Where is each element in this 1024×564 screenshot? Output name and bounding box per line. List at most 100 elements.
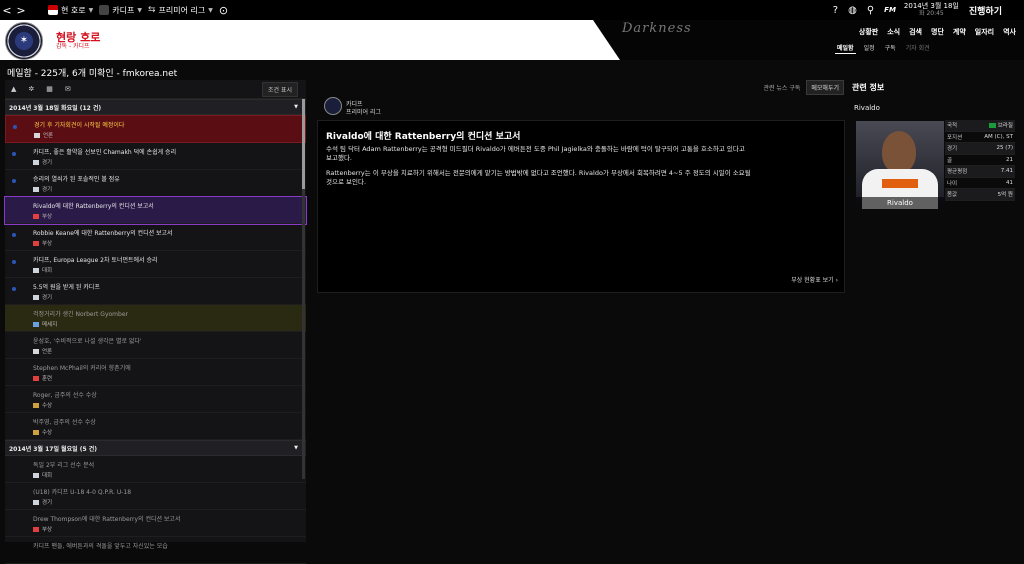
- nav-contracts[interactable]: 계약: [953, 27, 966, 37]
- inbox-message-row[interactable]: (U18) 카디프 U-18 4-0 Q.P.R. U-18 경기: [5, 483, 306, 510]
- brazil-flag-icon: [988, 123, 996, 129]
- message-category: 경기: [33, 158, 52, 166]
- date-group-header[interactable]: 2014년 3월 17일 월요일 (5 건) ▼: [5, 440, 306, 456]
- nav-overview[interactable]: 상황판: [859, 27, 878, 37]
- stat-row: 국적 브라질: [945, 120, 1015, 132]
- inbox-message-row[interactable]: Roger, 금주의 선수 수상 수상: [5, 386, 306, 413]
- star-icon: ✶: [19, 35, 29, 46]
- arrow-right-icon: ›: [835, 277, 838, 284]
- league-selector[interactable]: ⇆ 프리미어 리그 ▼: [148, 5, 213, 16]
- fm-menu-button[interactable]: FM: [884, 6, 896, 14]
- inbox-message-row[interactable]: 카디프 팬들, 에버튼과의 격돌을 앞두고 자신있는 모습: [5, 537, 306, 564]
- stat-row: 경기 25 (7): [945, 143, 1015, 155]
- inbox-toolbar: ▲ ✲ ▦ ✉ 조건 표시: [5, 80, 306, 99]
- tab-inbox[interactable]: 메일함: [835, 42, 856, 54]
- unread-dot-icon: [12, 233, 16, 237]
- manager-selector[interactable]: 현 호로 ▼: [48, 5, 93, 16]
- player-face: [882, 131, 916, 173]
- inbox-message-row[interactable]: Stephen McPhail의 커리어 향촌기에훈련: [5, 359, 306, 386]
- inbox-message-row[interactable]: Rivaldo에 대한 Rattenberry의 컨디션 보고서 부상: [4, 196, 307, 225]
- continue-button[interactable]: 진행하기: [969, 4, 1002, 17]
- message-category-label: 경기: [42, 160, 53, 166]
- stat-value-text: 21: [1006, 156, 1013, 163]
- stat-row: 몸값 5억 원: [945, 189, 1015, 201]
- inbox-message-row[interactable]: 독일 2부 리그 선수 분석 대회: [5, 456, 306, 483]
- globe-icon[interactable]: ◍: [848, 5, 857, 16]
- scrollbar-thumb[interactable]: [302, 99, 305, 189]
- stat-value: 25 (7): [983, 145, 1015, 151]
- unread-dot-icon: [12, 287, 16, 291]
- settings-icon[interactable]: ✲: [28, 85, 34, 93]
- stat-value-text: 5억 원: [997, 192, 1013, 199]
- message-category-label: 경기: [42, 187, 53, 193]
- message-category: 수상: [33, 428, 52, 436]
- match-icon: [33, 187, 39, 192]
- message-category: 훈련: [33, 374, 52, 382]
- grid-icon[interactable]: ▦: [46, 85, 53, 93]
- stat-value-text: 브라질: [997, 123, 1013, 130]
- match-icon: [33, 295, 39, 300]
- main-nav: 상황판 소식 검색 명단 계약 일자리 역사: [850, 27, 1016, 37]
- injury-icon: [33, 214, 39, 219]
- envelope-icon[interactable]: ✉: [65, 85, 71, 93]
- forward-button[interactable]: >: [14, 4, 28, 17]
- inbox-message-row[interactable]: 경기 후 기자회견이 시작될 예정이다 언론: [5, 115, 306, 143]
- injury-table-link[interactable]: 부상 현황표 보기 ›: [791, 275, 838, 284]
- message-category-label: 언론: [43, 133, 54, 139]
- chevron-down-icon[interactable]: ▼: [294, 445, 298, 451]
- nav-news[interactable]: 소식: [887, 27, 900, 37]
- inbox-message-row[interactable]: Robbie Keane에 대한 Rattenberry의 컨디션 보고서 부상: [5, 224, 306, 251]
- sponsor-logo: [882, 179, 918, 188]
- message-category-label: 훈련: [42, 376, 53, 382]
- player-name[interactable]: Rivaldo: [854, 104, 880, 112]
- team-selector[interactable]: 카디프 ▼: [99, 5, 142, 16]
- stat-label: 나이: [947, 180, 958, 187]
- club-badge[interactable]: ✶: [5, 22, 43, 60]
- back-button[interactable]: <: [0, 4, 14, 17]
- subscribe-news-link[interactable]: 관련 뉴스 구독: [763, 83, 800, 92]
- tab-press-conference[interactable]: 기자 회견: [904, 42, 932, 54]
- inbox-message-row[interactable]: 카디프, 좋은 활약을 선보인 Chamakh 덕에 손쉽게 승리 경기: [5, 143, 306, 170]
- top-bar: < > 현 호로 ▼ 카디프 ▼ ⇆ 프리미어 리그 ▼ ⊙ ? ◍ ⚲ FM 201…: [0, 0, 1024, 20]
- inbox-message-row[interactable]: 박주영, 금주의 선수 수상수상: [5, 413, 306, 440]
- memo-button[interactable]: 메모해두기: [806, 79, 844, 95]
- refresh-icon[interactable]: ⊙: [219, 4, 228, 17]
- filter-button[interactable]: 조건 표시: [262, 81, 298, 97]
- unread-dot-icon: [12, 152, 16, 156]
- help-icon[interactable]: ?: [833, 5, 838, 16]
- tab-subscriptions[interactable]: 구독: [883, 42, 898, 54]
- message-category: 대회: [33, 266, 52, 274]
- chevron-down-icon[interactable]: ▼: [294, 104, 298, 110]
- message-heading: Rivaldo에 대한 Rattenberry의 컨디션 보고서: [326, 132, 521, 142]
- player-photo[interactable]: Rivaldo: [856, 121, 944, 209]
- manager-role: 감독 - 카디프: [56, 43, 90, 50]
- stat-label: 포지션: [947, 134, 963, 141]
- search-icon[interactable]: ⚲: [867, 5, 874, 16]
- chevron-down-icon: ▼: [88, 6, 94, 14]
- stat-value-text: 41: [1006, 179, 1013, 186]
- unread-dot-icon: [12, 260, 16, 264]
- inbox-message-row[interactable]: 5.5억 원을 받게 된 카디프 경기: [5, 278, 306, 305]
- trophy-icon: [33, 473, 39, 478]
- inbox-message-row[interactable]: 카디프, Europa League 2차 토너먼트에서 승리 대회: [5, 251, 306, 278]
- tab-schedule[interactable]: 일정: [862, 42, 877, 54]
- sort-up-icon[interactable]: ▲: [11, 85, 16, 93]
- message-title: 박주영, 금주의 선수 수상: [33, 419, 96, 426]
- message-category: 부상: [33, 212, 52, 220]
- message-title: 승리의 열쇠가 된 포솔적인 볼 점유: [33, 176, 120, 183]
- injury-icon: [33, 527, 39, 532]
- date-group-header[interactable]: 2014년 3월 18일 화요일 (12 건) ▼: [5, 99, 306, 115]
- nav-history[interactable]: 역사: [1003, 27, 1016, 37]
- inbox-message-row[interactable]: 걱정거리가 생긴 Norbert Gyomber 메세지: [5, 305, 306, 332]
- inbox-message-row[interactable]: 승리의 열쇠가 된 포솔적인 볼 점유경기: [5, 170, 306, 197]
- message-title: (U18) 카디프 U-18 4-0 Q.P.R. U-18: [33, 489, 132, 496]
- nav-jobs[interactable]: 일자리: [975, 27, 994, 37]
- inbox-message-row[interactable]: Drew Thompson에 대한 Rattenberry의 컨디션 보고서 부상: [5, 510, 306, 537]
- stat-value-text: AM (C), ST: [984, 133, 1013, 140]
- nav-search[interactable]: 검색: [909, 27, 922, 37]
- message-title: Stephen McPhail의 커리어 향촌기에: [33, 365, 131, 372]
- nav-squad[interactable]: 명단: [931, 27, 944, 37]
- inbox-message-row[interactable]: 윤성호, '수비적으로 나설 생각은 별로 없다' 언론: [5, 332, 306, 359]
- message-category: 경기: [33, 185, 52, 193]
- date-display: 2014년 3월 18일 화 20:45: [903, 2, 959, 17]
